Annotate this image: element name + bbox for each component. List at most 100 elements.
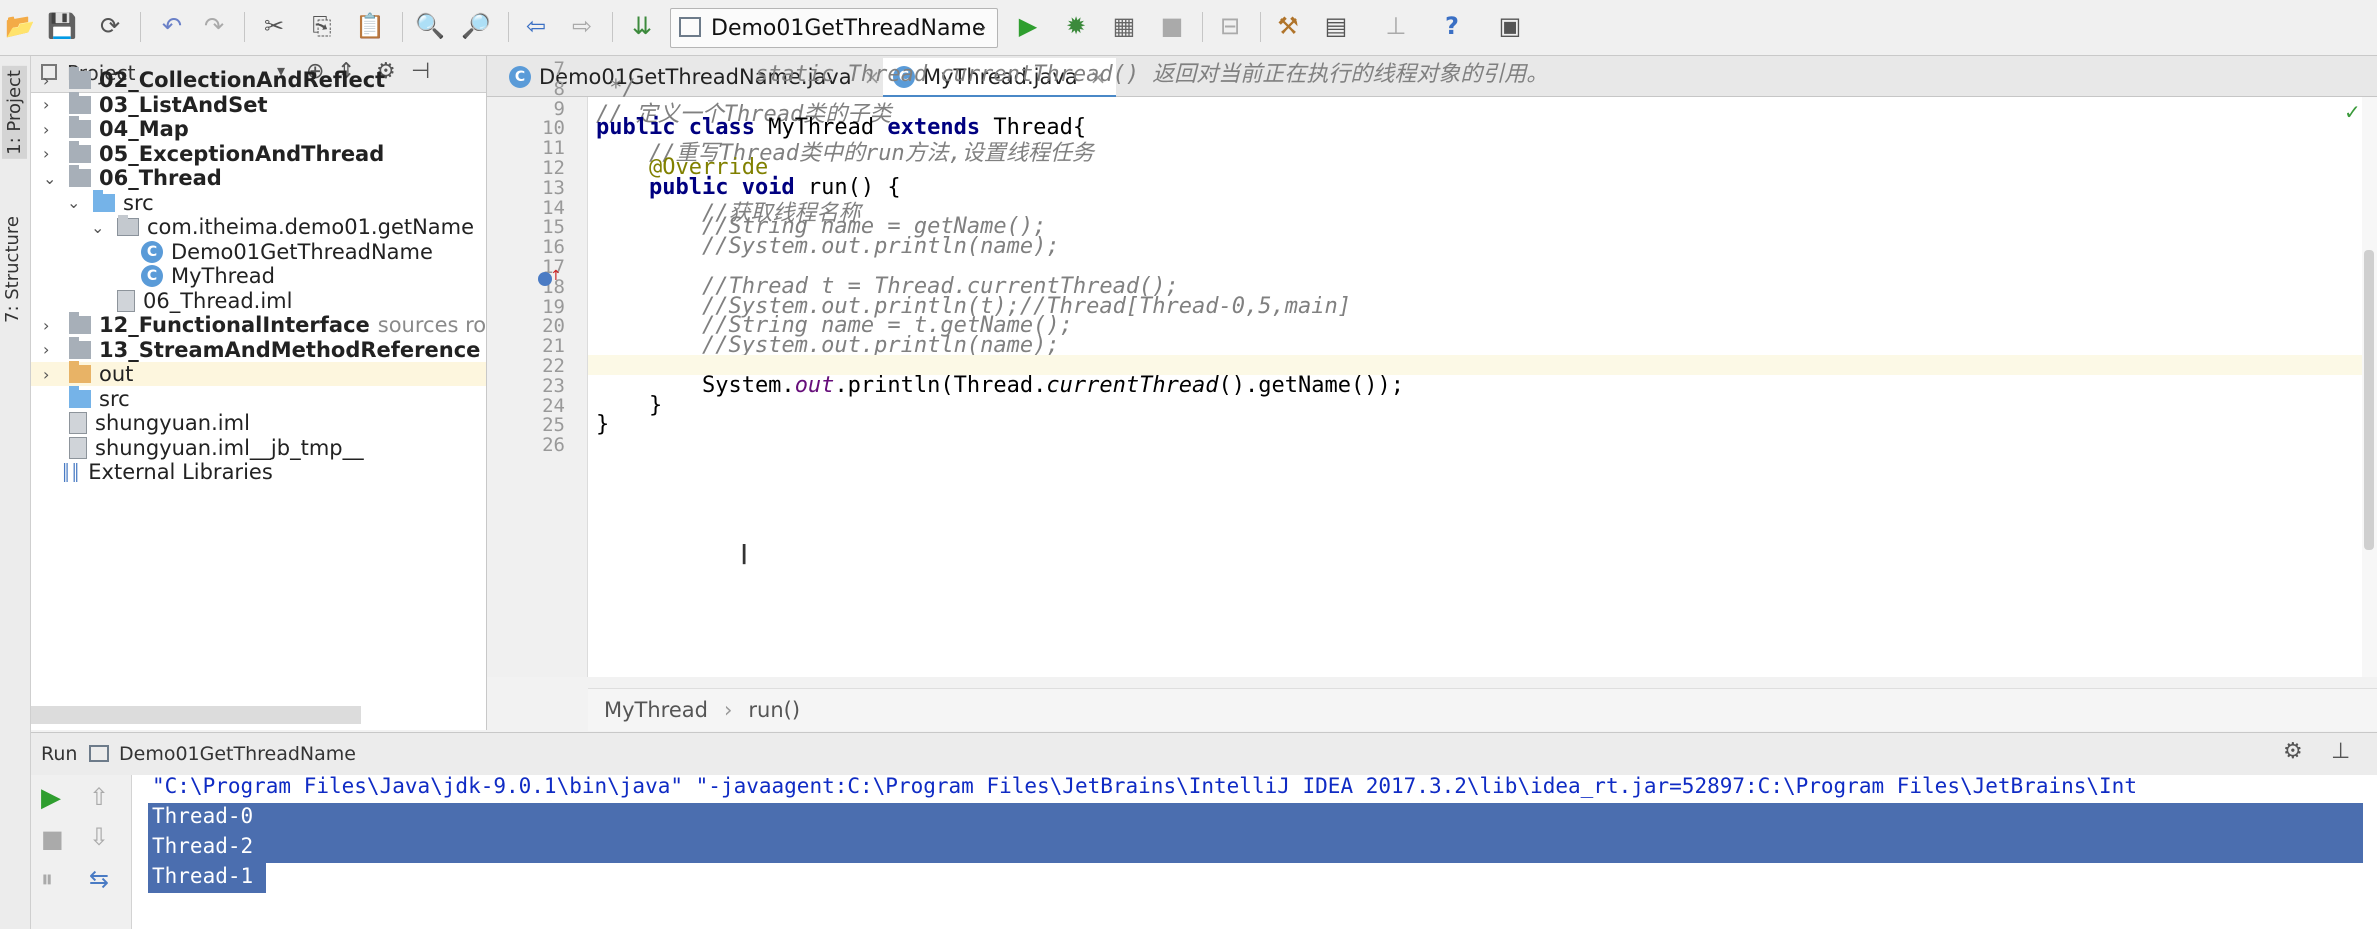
breadcrumb: MyThread › run() — [588, 688, 2377, 731]
scroll-down-icon[interactable]: ⇩ — [89, 823, 109, 851]
folder-icon — [69, 116, 91, 138]
forward-icon[interactable]: ⇨ — [566, 10, 598, 42]
breadcrumb-method[interactable]: run() — [748, 698, 800, 722]
find-icon[interactable]: 🔍 — [414, 10, 446, 42]
line-number: 22 — [542, 355, 565, 377]
run-config-icon — [679, 17, 701, 37]
run-label[interactable]: Run — [41, 743, 77, 765]
terminal-icon[interactable]: ▣ — [1494, 10, 1526, 42]
gear-icon[interactable]: ⚙ — [2283, 739, 2303, 764]
tree-item[interactable]: ║║ External Libraries — [31, 460, 486, 484]
tree-item[interactable]: › 13_StreamAndMethodReference — [31, 336, 486, 362]
coverage-icon[interactable]: ▦ — [1108, 10, 1140, 42]
arrow-up-icon: ↑ — [550, 268, 562, 284]
line-number: 16 — [542, 236, 565, 259]
run-config-label: Demo01GetThreadName — [711, 15, 986, 41]
tree-item[interactable]: › 12_FunctionalInterface sources root — [31, 312, 486, 337]
tree-item[interactable]: C Demo01GetThreadName — [31, 240, 486, 264]
selection-highlight — [148, 803, 2363, 833]
tree-item[interactable]: › out — [31, 361, 486, 386]
chevron-right-icon[interactable]: › — [43, 144, 49, 163]
check-icon: ✓ — [2344, 100, 2361, 124]
project-structure-icon[interactable]: ▤ — [1320, 10, 1352, 42]
tree-item[interactable]: shungyuan.iml — [31, 411, 486, 435]
soft-wrap-icon[interactable]: ⇆ — [89, 865, 109, 893]
scroll-up-icon[interactable]: ⇧ — [89, 783, 109, 811]
line-number: 19 — [542, 295, 565, 318]
open-folder-icon[interactable]: 📂 — [4, 10, 36, 42]
sync-icon[interactable]: ⟳ — [94, 10, 126, 42]
chevron-down-icon[interactable]: ⌄ — [43, 169, 56, 188]
file-icon — [117, 289, 135, 312]
run-icon[interactable]: ▶ — [1012, 10, 1044, 42]
folder-icon — [69, 312, 91, 334]
build-icon[interactable]: ⇊ — [626, 10, 658, 42]
tree-item[interactable]: › 02_CollectionAndReflect — [31, 67, 486, 92]
hide-panel-icon[interactable]: ⊥ — [2331, 739, 2350, 764]
chevron-right-icon[interactable]: › — [43, 120, 49, 139]
tree-item[interactable]: › 04_Map — [31, 116, 486, 141]
line-number: 9 — [553, 97, 565, 120]
run-configuration-selector[interactable]: Demo01GetThreadName ⌄ — [670, 8, 998, 48]
chevron-down-icon[interactable]: ⌄ — [91, 218, 104, 237]
save-icon[interactable]: 💾 — [46, 10, 78, 42]
library-icon: ║║ — [61, 462, 81, 482]
stop-icon[interactable]: ■ — [41, 825, 64, 853]
line-number: 12 — [542, 157, 565, 179]
horizontal-scrollbar[interactable] — [31, 706, 361, 724]
line-number: 8 — [553, 77, 565, 100]
sdk-icon[interactable]: ⊥ — [1380, 10, 1412, 42]
chevron-right-icon[interactable]: › — [43, 95, 49, 114]
tree-item-label: shungyuan.iml__jb_tmp__ — [95, 435, 364, 460]
tree-item[interactable]: C MyThread — [31, 264, 486, 288]
folder-icon — [69, 336, 91, 359]
undo-icon[interactable]: ↶ — [156, 10, 188, 42]
line-number: 26 — [542, 434, 565, 457]
paste-icon[interactable]: 📋 — [354, 10, 386, 42]
tree-item[interactable]: ⌄ com.itheima.demo01.getName — [31, 215, 486, 239]
class-icon: C — [141, 265, 163, 287]
folder-icon — [69, 91, 91, 114]
line-number: 11 — [542, 137, 565, 160]
run-config-name[interactable]: Demo01GetThreadName — [119, 743, 356, 765]
chevron-right-icon[interactable]: › — [43, 316, 49, 335]
tree-item-label: 12_FunctionalInterface — [99, 313, 370, 337]
structure-tool-tab[interactable]: 7: Structure — [2, 216, 23, 323]
chevron-right-icon[interactable]: › — [43, 340, 49, 359]
tree-item[interactable]: › 05_ExceptionAndThread — [31, 140, 486, 166]
tree-item[interactable]: 06_Thread.iml — [31, 289, 486, 313]
folder-icon — [69, 67, 91, 89]
breadcrumb-class[interactable]: MyThread — [604, 698, 708, 722]
debug-icon[interactable]: ✹ — [1060, 10, 1092, 42]
attach-icon[interactable]: ⊟ — [1214, 10, 1246, 42]
line-number: 10 — [542, 117, 565, 140]
chevron-down-icon[interactable]: ⌄ — [67, 193, 80, 212]
back-icon[interactable]: ⇦ — [520, 10, 552, 42]
copy-icon[interactable]: ⎘ — [306, 10, 338, 42]
scrollbar-thumb[interactable] — [2364, 250, 2374, 550]
tree-item[interactable]: ⌄ src — [31, 189, 486, 215]
chevron-right-icon[interactable]: › — [43, 365, 49, 384]
tree-item[interactable]: ⌄ 06_Thread — [31, 165, 486, 190]
rerun-icon[interactable]: ▶ — [41, 783, 61, 813]
stop-icon[interactable]: ■ — [1156, 10, 1188, 42]
tree-item-label: 04_Map — [99, 117, 189, 141]
cut-icon[interactable]: ✂ — [258, 10, 290, 42]
tree-item-label: 05_ExceptionAndThread — [99, 141, 385, 166]
tree-item[interactable]: shungyuan.iml__jb_tmp__ — [31, 436, 486, 460]
tree-item-label: 06_Thread — [99, 166, 222, 190]
tree-item[interactable]: › 03_ListAndSet — [31, 91, 486, 117]
line-number: 23 — [542, 374, 565, 397]
redo-icon[interactable]: ↷ — [198, 10, 230, 42]
settings-icon[interactable]: ⚒ — [1272, 10, 1304, 42]
class-icon: C — [141, 240, 163, 263]
help-icon[interactable]: ? — [1436, 10, 1468, 42]
chevron-right-icon[interactable]: › — [43, 71, 49, 90]
project-tool-tab[interactable]: 1: Project — [2, 66, 27, 159]
pause-icon[interactable]: ⏸ — [41, 865, 53, 893]
replace-icon[interactable]: 🔎 — [460, 10, 492, 42]
main-toolbar: 📂 💾 ⟳ ↶ ↷ ✂ ⎘ 📋 🔍 🔎 ⇦ ⇨ ⇊ Demo01GetThrea… — [0, 0, 2377, 56]
tree-item-label: src — [99, 386, 130, 411]
tree-item[interactable]: src — [31, 385, 486, 411]
console-output-line: Thread-1 — [152, 864, 254, 888]
